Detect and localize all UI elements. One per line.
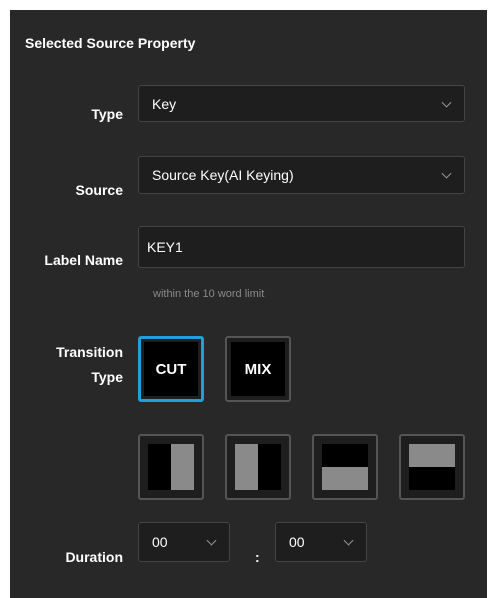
wipe-right-icon — [148, 444, 194, 490]
cut-transition-button[interactable]: CUT — [138, 336, 204, 402]
label-name-label: Label Name — [44, 252, 123, 268]
source-label: Source — [75, 182, 123, 198]
type-select[interactable]: Key — [138, 85, 465, 122]
wipe-right-button[interactable] — [138, 434, 204, 500]
duration-separator: : — [255, 549, 260, 565]
type-select-value: Key — [152, 95, 177, 112]
label-name-hint: within the 10 word limit — [153, 288, 265, 300]
label-name-input[interactable]: KEY1 — [138, 226, 465, 268]
chevron-down-icon — [206, 535, 217, 546]
wipe-left-icon — [235, 444, 281, 490]
duration-second-value: 00 — [289, 534, 305, 550]
duration-label: Duration — [65, 549, 123, 565]
duration-first-select[interactable]: 00 — [138, 522, 230, 562]
duration-first-value: 00 — [152, 534, 168, 550]
transition-type-label-line2: Type — [91, 369, 123, 385]
panel-title: Selected Source Property — [25, 35, 196, 51]
wipe-up-button[interactable] — [399, 434, 465, 500]
transition-type-label-line1: Transition — [56, 344, 123, 360]
duration-second-select[interactable]: 00 — [275, 522, 367, 562]
mix-transition-button[interactable]: MIX — [225, 336, 291, 402]
chevron-down-icon — [441, 97, 452, 108]
chevron-down-icon — [343, 535, 354, 546]
source-select-value: Source Key(AI Keying) — [152, 167, 294, 183]
wipe-up-icon — [409, 444, 455, 490]
source-select[interactable]: Source Key(AI Keying) — [138, 156, 465, 194]
chevron-down-icon — [441, 168, 452, 179]
mix-transition-label: MIX — [231, 342, 285, 396]
label-name-value: KEY1 — [147, 239, 183, 255]
selected-source-property-panel: Selected Source Property Type Key Source… — [10, 10, 487, 598]
wipe-down-icon — [322, 444, 368, 490]
wipe-left-button[interactable] — [225, 434, 291, 500]
type-label: Type — [91, 106, 123, 122]
cut-transition-label: CUT — [144, 342, 198, 396]
wipe-down-button[interactable] — [312, 434, 378, 500]
